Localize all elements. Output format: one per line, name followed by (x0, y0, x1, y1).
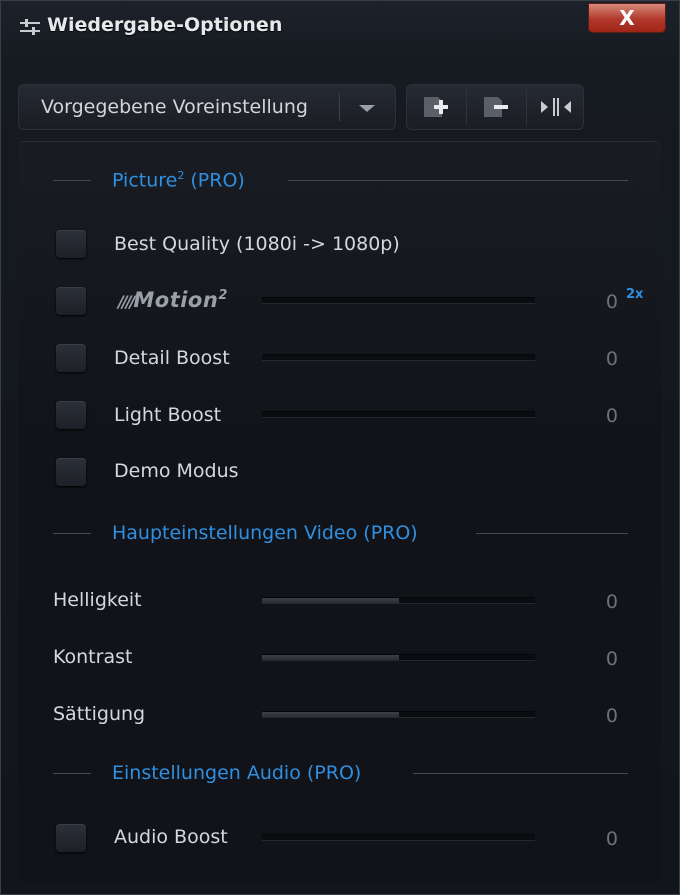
saettigung-label: Sättigung (53, 703, 146, 725)
preset-selected-value: Vorgegebene Voreinstellung (41, 96, 308, 118)
light-boost-checkbox[interactable] (56, 401, 86, 429)
motion-checkbox[interactable] (56, 287, 86, 315)
section-title-picture: Picture2 (PRO) (112, 169, 245, 192)
dropdown-divider (339, 93, 340, 121)
helligkeit-slider[interactable] (262, 597, 535, 604)
motion-slider[interactable] (262, 297, 535, 304)
slider-fill (262, 655, 399, 660)
preset-toolbar (406, 84, 584, 130)
motion-logo: ////Motion2 (118, 288, 228, 312)
audio-boost-value: 0 (605, 828, 618, 850)
kontrast-value: 0 (605, 648, 618, 670)
settings-sliders-icon (20, 19, 40, 35)
remove-preset-button[interactable] (467, 85, 525, 129)
section-divider (53, 533, 91, 534)
light-boost-slider[interactable] (262, 411, 535, 418)
motion-2x-badge[interactable]: 2x (626, 287, 643, 302)
close-icon: X (619, 6, 635, 30)
detail-boost-slider[interactable] (262, 354, 535, 361)
kontrast-label: Kontrast (53, 646, 133, 668)
section-title-audio: Einstellungen Audio (PRO) (112, 762, 362, 784)
saettigung-slider[interactable] (262, 711, 535, 718)
chevron-down-icon[interactable] (359, 105, 375, 112)
section-divider (413, 773, 628, 774)
section-divider (288, 180, 628, 181)
add-preset-button[interactable] (407, 85, 465, 129)
saettigung-value: 0 (605, 705, 618, 727)
helligkeit-value: 0 (605, 591, 618, 613)
section-divider (53, 773, 91, 774)
section-title-video: Haupteinstellungen Video (PRO) (112, 522, 418, 544)
demo-modus-label: Demo Modus (114, 460, 239, 482)
compare-split-button[interactable] (527, 85, 585, 129)
playback-options-window: Wiedergabe-Optionen X Vorgegebene Vorein… (0, 0, 680, 895)
light-boost-label: Light Boost (114, 404, 222, 426)
settings-panel: Picture2 (PRO) Best Quality (1080i -> 10… (18, 141, 661, 882)
section-divider (53, 180, 91, 181)
audio-boost-label: Audio Boost (114, 826, 228, 848)
best-quality-checkbox[interactable] (56, 230, 86, 258)
motion-value: 0 (605, 291, 618, 313)
detail-boost-label: Detail Boost (114, 347, 230, 369)
demo-modus-checkbox[interactable] (56, 458, 86, 486)
section-divider (476, 533, 628, 534)
add-preset-icon (424, 97, 448, 117)
compare-split-icon (541, 98, 571, 116)
slider-fill (262, 598, 399, 603)
helligkeit-label: Helligkeit (53, 589, 142, 611)
remove-preset-icon (484, 97, 508, 117)
title-bar[interactable]: Wiedergabe-Optionen (1, 1, 679, 51)
audio-boost-checkbox[interactable] (56, 824, 86, 852)
window-title: Wiedergabe-Optionen (47, 14, 283, 36)
detail-boost-checkbox[interactable] (56, 344, 86, 372)
best-quality-label: Best Quality (1080i -> 1080p) (114, 233, 400, 255)
audio-boost-slider[interactable] (262, 834, 535, 841)
kontrast-slider[interactable] (262, 654, 535, 661)
preset-dropdown[interactable]: Vorgegebene Voreinstellung (18, 84, 396, 130)
close-button[interactable]: X (588, 3, 666, 33)
slider-fill (262, 712, 399, 717)
detail-boost-value: 0 (605, 348, 618, 370)
light-boost-value: 0 (605, 405, 618, 427)
